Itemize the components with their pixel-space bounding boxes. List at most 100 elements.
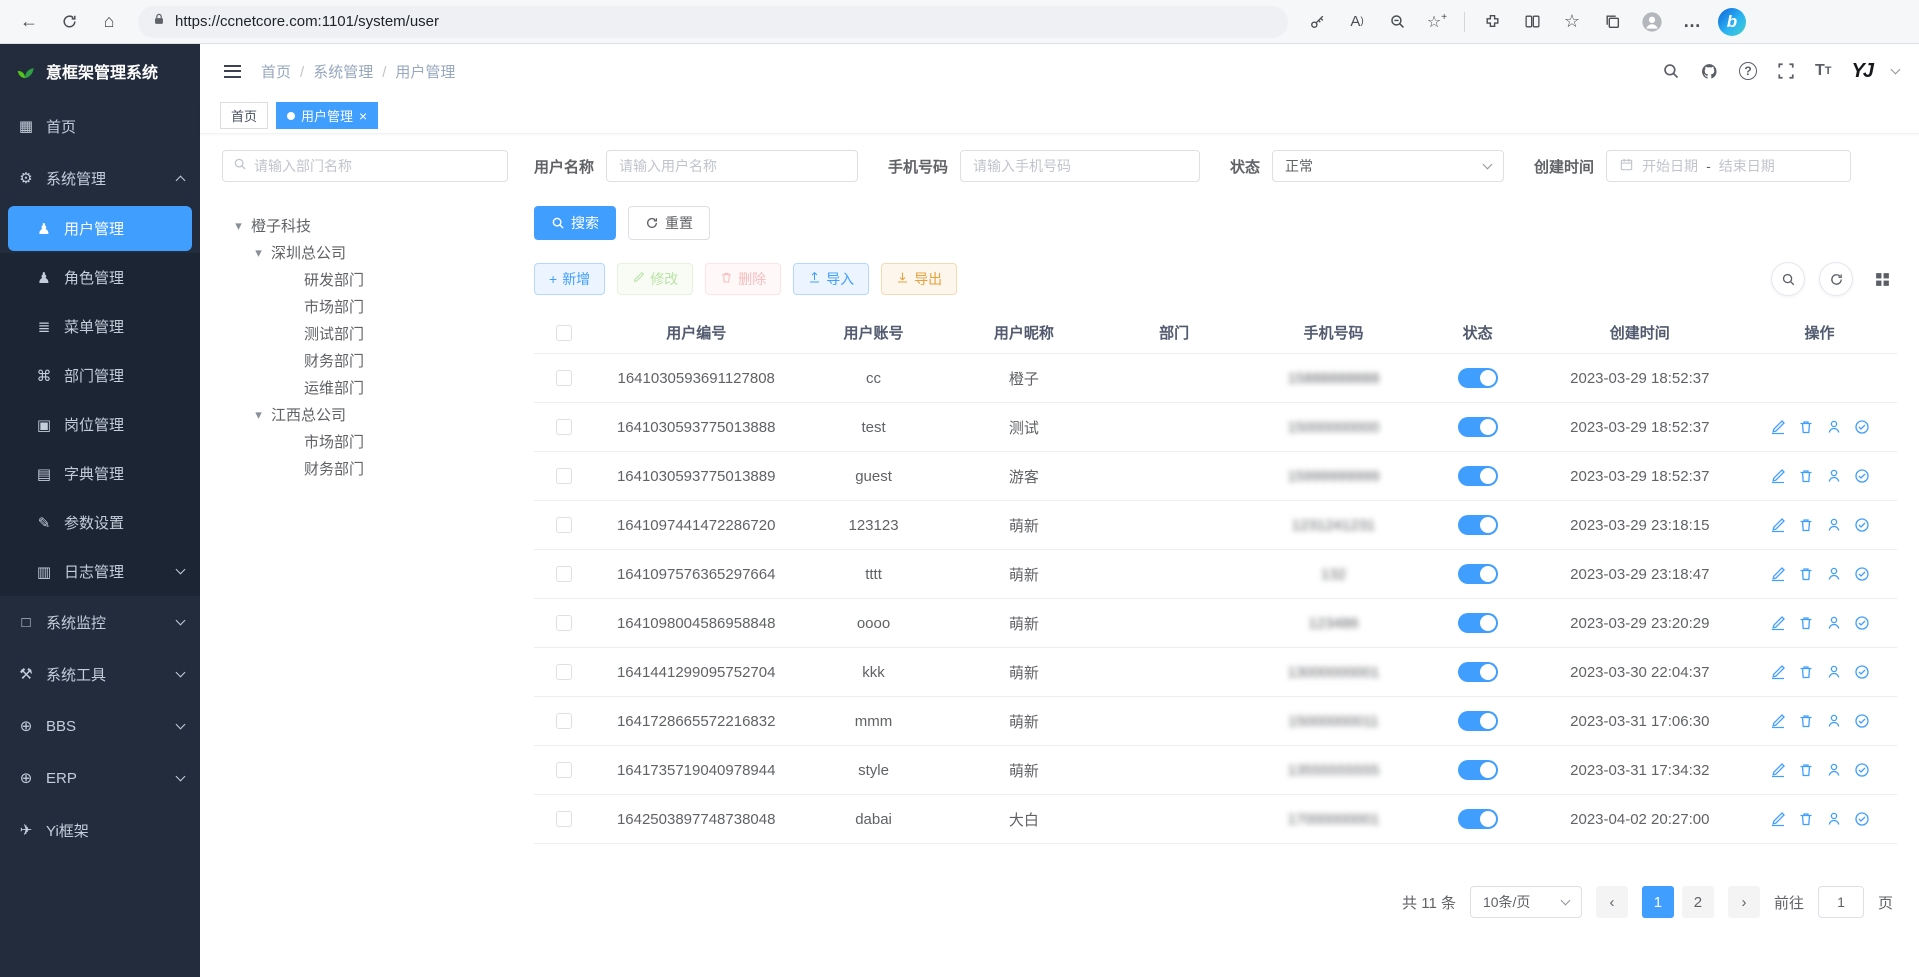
column-settings-button[interactable] xyxy=(1867,264,1897,294)
status-toggle[interactable] xyxy=(1458,515,1498,535)
github-icon[interactable] xyxy=(1700,62,1719,81)
row-checkbox[interactable] xyxy=(556,370,572,386)
row-assign-role-icon[interactable] xyxy=(1854,419,1870,435)
tree-node[interactable]: 市场部门 xyxy=(222,428,508,455)
select-all-checkbox[interactable] xyxy=(556,325,572,341)
row-edit-icon[interactable] xyxy=(1770,762,1786,778)
tree-node[interactable]: 深圳总公司 xyxy=(222,239,508,266)
row-edit-icon[interactable] xyxy=(1770,419,1786,435)
tree-node[interactable]: 橙子科技 xyxy=(222,212,508,239)
password-key-icon[interactable] xyxy=(1298,5,1336,39)
page-number-button[interactable]: 2 xyxy=(1682,886,1714,918)
refresh-icon[interactable] xyxy=(50,5,88,39)
avatar-dropdown-icon[interactable] xyxy=(1891,65,1901,75)
sidebar-item[interactable]: 系统工具 xyxy=(0,648,200,700)
row-delete-icon[interactable] xyxy=(1798,468,1814,484)
home-icon[interactable]: ⌂ xyxy=(90,5,128,39)
status-toggle[interactable] xyxy=(1458,662,1498,682)
sidebar-item[interactable]: 岗位管理 xyxy=(0,400,200,449)
row-edit-icon[interactable] xyxy=(1770,517,1786,533)
collapse-sidebar-icon[interactable] xyxy=(220,61,245,82)
url-bar[interactable]: https://ccnetcore.com:1101/system/user xyxy=(138,6,1288,38)
sidebar-item[interactable]: 系统管理 xyxy=(0,152,200,204)
more-menu-icon[interactable]: … xyxy=(1673,5,1711,39)
row-delete-icon[interactable] xyxy=(1798,419,1814,435)
row-assign-role-icon[interactable] xyxy=(1854,811,1870,827)
breadcrumb-item[interactable]: 系统管理/ xyxy=(313,61,395,82)
sidebar-item[interactable]: ERP xyxy=(0,752,200,804)
status-toggle[interactable] xyxy=(1458,760,1498,780)
row-reset-password-icon[interactable] xyxy=(1826,468,1842,484)
row-edit-icon[interactable] xyxy=(1770,811,1786,827)
status-toggle[interactable] xyxy=(1458,711,1498,731)
read-aloud-icon[interactable]: A) xyxy=(1338,5,1376,39)
status-toggle[interactable] xyxy=(1458,466,1498,486)
sidebar-item[interactable]: 用户管理 xyxy=(8,206,192,251)
status-toggle[interactable] xyxy=(1458,417,1498,437)
sidebar-item[interactable]: BBS xyxy=(0,700,200,752)
row-assign-role-icon[interactable] xyxy=(1854,762,1870,778)
sidebar-item[interactable]: 首页 xyxy=(0,100,200,152)
row-edit-icon[interactable] xyxy=(1770,713,1786,729)
row-checkbox[interactable] xyxy=(556,713,572,729)
row-delete-icon[interactable] xyxy=(1798,566,1814,582)
user-avatar[interactable]: YJ xyxy=(1852,60,1872,83)
page-tab[interactable]: 首页 × xyxy=(220,102,268,129)
row-assign-role-icon[interactable] xyxy=(1854,468,1870,484)
tree-node[interactable]: 江西总公司 xyxy=(222,401,508,428)
copilot-icon[interactable]: b xyxy=(1713,5,1751,39)
row-reset-password-icon[interactable] xyxy=(1826,566,1842,582)
date-range-picker[interactable]: 开始日期 - 结束日期 xyxy=(1606,150,1851,182)
zoom-icon[interactable] xyxy=(1378,5,1416,39)
reset-button[interactable]: 重置 xyxy=(628,206,710,240)
tree-node[interactable]: 测试部门 xyxy=(222,320,508,347)
row-reset-password-icon[interactable] xyxy=(1826,713,1842,729)
search-button[interactable]: 搜索 xyxy=(534,206,616,240)
url-text[interactable]: https://ccnetcore.com:1101/system/user xyxy=(175,13,439,30)
sidebar-item[interactable]: Yi框架 xyxy=(0,804,200,856)
row-reset-password-icon[interactable] xyxy=(1826,615,1842,631)
row-edit-icon[interactable] xyxy=(1770,664,1786,680)
back-icon[interactable]: ← xyxy=(10,5,48,39)
prev-page-button[interactable]: ‹ xyxy=(1596,886,1628,918)
tree-node[interactable]: 市场部门 xyxy=(222,293,508,320)
row-delete-icon[interactable] xyxy=(1798,615,1814,631)
sidebar-item[interactable]: 参数设置 xyxy=(0,498,200,547)
sidebar-item[interactable]: 菜单管理 xyxy=(0,302,200,351)
search-toggle-button[interactable] xyxy=(1771,262,1805,296)
row-reset-password-icon[interactable] xyxy=(1826,664,1842,680)
extensions-icon[interactable] xyxy=(1473,5,1511,39)
row-checkbox[interactable] xyxy=(556,664,572,680)
row-delete-icon[interactable] xyxy=(1798,517,1814,533)
add-button[interactable]: +新增 xyxy=(534,263,605,295)
row-checkbox[interactable] xyxy=(556,615,572,631)
status-toggle[interactable] xyxy=(1458,368,1498,388)
row-delete-icon[interactable] xyxy=(1798,811,1814,827)
fullscreen-icon[interactable] xyxy=(1777,62,1795,80)
dept-search-box[interactable] xyxy=(222,150,508,182)
next-page-button[interactable]: › xyxy=(1728,886,1760,918)
import-button[interactable]: 导入 xyxy=(793,263,869,295)
row-edit-icon[interactable] xyxy=(1770,615,1786,631)
row-delete-icon[interactable] xyxy=(1798,762,1814,778)
page-tab[interactable]: 用户管理 × xyxy=(276,102,378,129)
row-assign-role-icon[interactable] xyxy=(1854,566,1870,582)
tree-node[interactable]: 财务部门 xyxy=(222,455,508,482)
row-edit-icon[interactable] xyxy=(1770,566,1786,582)
split-screen-icon[interactable] xyxy=(1513,5,1551,39)
collections-icon[interactable] xyxy=(1593,5,1631,39)
page-size-select[interactable]: 10条/页 xyxy=(1470,886,1582,918)
breadcrumb-item[interactable]: 首页/ xyxy=(261,61,313,82)
username-input[interactable] xyxy=(606,150,858,182)
row-reset-password-icon[interactable] xyxy=(1826,762,1842,778)
row-reset-password-icon[interactable] xyxy=(1826,517,1842,533)
search-icon[interactable] xyxy=(1662,62,1680,80)
goto-page-input[interactable] xyxy=(1818,886,1864,918)
page-number-button[interactable]: 1 xyxy=(1642,886,1674,918)
export-button[interactable]: 导出 xyxy=(881,263,957,295)
status-toggle[interactable] xyxy=(1458,564,1498,584)
status-toggle[interactable] xyxy=(1458,613,1498,633)
phone-input[interactable] xyxy=(960,150,1200,182)
close-tab-icon[interactable]: × xyxy=(359,109,367,123)
row-assign-role-icon[interactable] xyxy=(1854,713,1870,729)
